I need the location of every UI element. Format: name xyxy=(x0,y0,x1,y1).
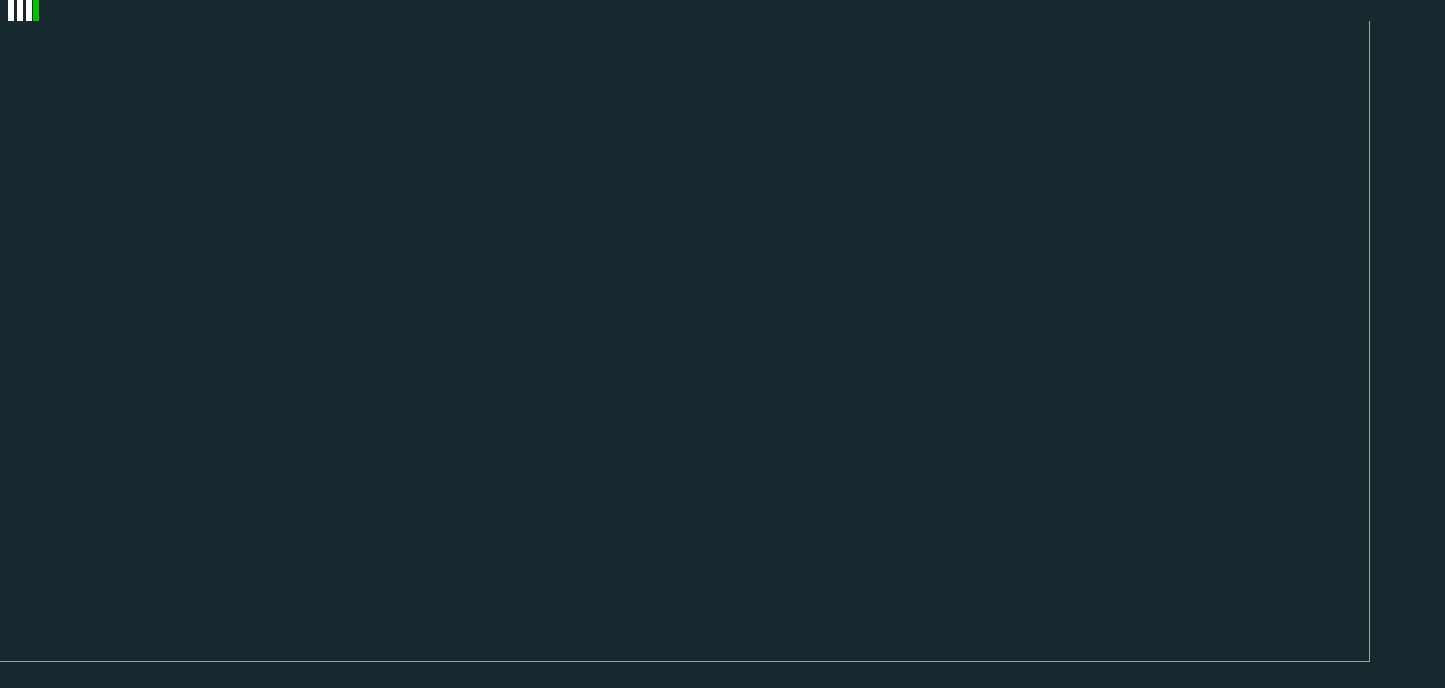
time-axis[interactable] xyxy=(0,662,1370,688)
price-axis[interactable] xyxy=(1370,21,1445,662)
chart-header-bar xyxy=(0,0,1445,21)
header-trades-value xyxy=(17,0,23,21)
chart-title xyxy=(0,0,5,21)
header-change-value xyxy=(26,0,32,21)
header-daily-change-value xyxy=(33,0,39,21)
header-quote-line xyxy=(43,0,49,21)
market-profile-chart-app xyxy=(0,0,1445,688)
plot-area[interactable] xyxy=(0,21,1370,662)
header-close-value xyxy=(8,0,14,21)
